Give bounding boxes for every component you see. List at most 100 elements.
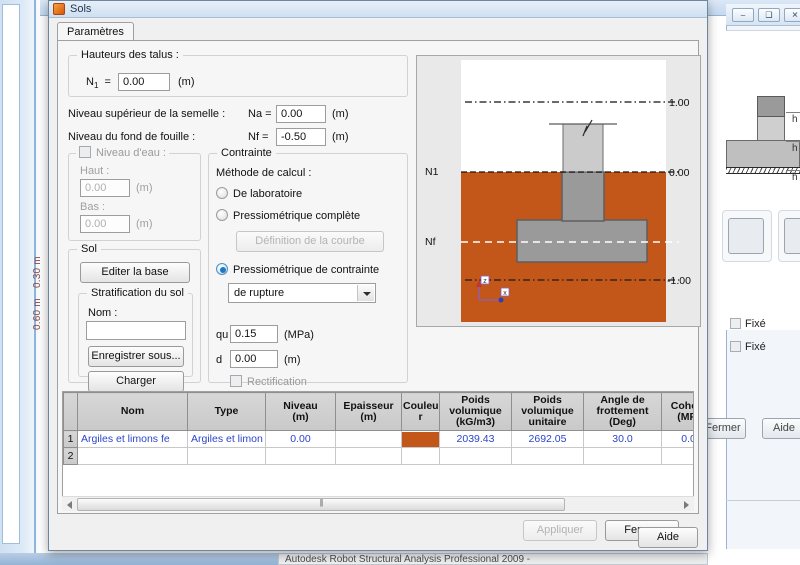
d-input[interactable] bbox=[230, 350, 278, 368]
bg-checkbox-fixed-2[interactable]: Fixé bbox=[730, 341, 766, 353]
cell-poids-volumique[interactable]: 2039.43 bbox=[439, 430, 512, 448]
bg-separator bbox=[726, 500, 800, 501]
slope-n1-symbol: N bbox=[86, 76, 94, 88]
level-nf-input[interactable] bbox=[276, 128, 326, 146]
method-label: Méthode de calcul : bbox=[216, 167, 312, 179]
soil-icon bbox=[53, 3, 65, 15]
col-cohesion[interactable]: Cohésio(MPa) bbox=[661, 392, 693, 431]
slope-n1-label: N1 = bbox=[86, 76, 111, 90]
edit-base-button[interactable]: Editer la base bbox=[80, 262, 190, 283]
tab-parametres[interactable]: Paramètres bbox=[57, 22, 134, 41]
water-haut-input[interactable] bbox=[80, 179, 130, 197]
cell-epaisseur[interactable] bbox=[335, 430, 402, 448]
radio-dot bbox=[216, 209, 228, 221]
minimize-button[interactable]: – bbox=[732, 8, 754, 22]
close-icon: ✕ bbox=[791, 10, 799, 20]
maximize-icon: ❑ bbox=[765, 10, 773, 20]
cell-angle-frottement[interactable]: 30.0 bbox=[583, 430, 662, 448]
radio-pressiometrique-complete[interactable]: Pressiométrique complète bbox=[216, 209, 360, 222]
cell-nom[interactable] bbox=[77, 447, 188, 465]
scrollbar-thumb[interactable] bbox=[77, 497, 565, 511]
level-na-input[interactable] bbox=[276, 105, 326, 123]
cell-couleur[interactable] bbox=[401, 430, 440, 448]
level-label-nf: Nf bbox=[425, 236, 436, 248]
slope-n1-input[interactable] bbox=[118, 73, 170, 91]
dialog-titlebar[interactable]: Sols bbox=[49, 1, 707, 18]
cell-type[interactable]: Argiles et limon bbox=[187, 430, 266, 448]
taskbar-strip bbox=[0, 553, 278, 565]
cell-poids-volumique[interactable] bbox=[439, 447, 512, 465]
col-angle-frottement[interactable]: Angle de frottement (Deg) bbox=[583, 392, 662, 431]
water-haut-label: Haut : bbox=[80, 165, 110, 177]
soil-layers-table[interactable]: Nom Type Niveau (m) Epaisseur (m) Couleu r … bbox=[62, 391, 694, 503]
bg-help-button[interactable]: Aide bbox=[762, 418, 800, 439]
stratification-name-label: Nom : bbox=[88, 307, 118, 319]
water-bas-input[interactable] bbox=[80, 215, 130, 233]
level-label-n1: N1 bbox=[425, 166, 439, 178]
dimension-label-060: 0.60 m bbox=[32, 298, 43, 330]
row-index[interactable]: 1 bbox=[63, 430, 78, 448]
curve-type-combo[interactable]: de rupture bbox=[228, 283, 376, 303]
bg-footing-base bbox=[726, 140, 800, 168]
col-poids-volumique[interactable]: Poids volumique (kG/m3) bbox=[439, 392, 512, 431]
bg-checkbox-label: Fixé bbox=[745, 341, 766, 353]
close-button[interactable]: ✕ bbox=[784, 8, 800, 22]
stratification-title: Stratification du sol bbox=[87, 287, 188, 299]
table-horizontal-scrollbar[interactable] bbox=[62, 496, 694, 511]
level-label-zero: 0.00 bbox=[669, 167, 690, 179]
bg-checkbox-fixed-1[interactable]: Fixé bbox=[730, 318, 766, 330]
chevron-down-icon[interactable] bbox=[357, 285, 374, 301]
cell-type[interactable] bbox=[187, 447, 266, 465]
cell-poids-volumique-unitaire[interactable] bbox=[511, 447, 584, 465]
col-couleur[interactable]: Couleu r bbox=[401, 392, 440, 431]
cell-nom[interactable]: Argiles et limons fe bbox=[77, 430, 188, 448]
cell-cohesion[interactable] bbox=[661, 447, 693, 465]
d-label: d bbox=[216, 354, 223, 366]
tab-strip: Paramètres bbox=[57, 22, 699, 41]
water-level-checkbox[interactable]: Niveau d'eau : bbox=[76, 146, 169, 159]
level-label-minus1: -1.00 bbox=[667, 275, 691, 287]
bg-footing-cap bbox=[757, 96, 785, 117]
level-fouille-unit: (m) bbox=[332, 131, 349, 143]
help-dialog-button[interactable]: Aide bbox=[638, 527, 698, 548]
parent-document-area bbox=[726, 30, 800, 330]
table-row[interactable]: 2 bbox=[63, 447, 693, 465]
checkbox-box bbox=[79, 146, 91, 158]
scroll-right-arrow-icon[interactable] bbox=[679, 497, 694, 512]
table-header-row: Nom Type Niveau (m) Epaisseur (m) Couleu r … bbox=[63, 392, 693, 431]
parent-window-canvas bbox=[2, 4, 20, 544]
bg-dim-line bbox=[786, 170, 800, 171]
col-nom[interactable]: Nom bbox=[77, 392, 188, 431]
color-swatch bbox=[402, 431, 439, 447]
save-as-button[interactable]: Enregistrer sous... bbox=[88, 346, 184, 367]
col-niveau[interactable]: Niveau (m) bbox=[265, 392, 336, 431]
curve-definition-button: Définition de la courbe bbox=[236, 231, 384, 252]
cell-epaisseur[interactable] bbox=[335, 447, 402, 465]
pile-foundation-icon[interactable] bbox=[728, 218, 764, 254]
cell-cohesion[interactable]: 0.02 bbox=[661, 430, 693, 448]
cell-angle-frottement[interactable] bbox=[583, 447, 662, 465]
qu-input[interactable] bbox=[230, 325, 278, 343]
rectification-checkbox[interactable]: Rectification bbox=[230, 375, 307, 388]
cell-couleur[interactable] bbox=[401, 447, 440, 465]
scroll-left-arrow-icon[interactable] bbox=[62, 497, 77, 512]
load-button[interactable]: Charger bbox=[88, 371, 184, 392]
shallow-foundation-icon[interactable] bbox=[784, 218, 800, 254]
bg-dim-label: h bbox=[792, 114, 798, 125]
cell-niveau[interactable]: 0.00 bbox=[265, 430, 336, 448]
row-index[interactable]: 2 bbox=[63, 447, 78, 465]
level-label-plus1: 1.00 bbox=[669, 97, 690, 109]
col-epaisseur[interactable]: Epaisseur (m) bbox=[335, 392, 402, 431]
table-row[interactable]: 1 Argiles et limons fe Argiles et limon … bbox=[63, 430, 693, 448]
stratification-name-input[interactable] bbox=[86, 321, 186, 340]
col-rownum bbox=[63, 392, 78, 431]
radio-laboratoire[interactable]: De laboratoire bbox=[216, 187, 302, 200]
maximize-button[interactable]: ❑ bbox=[758, 8, 780, 22]
col-poids-volumique-unitaire[interactable]: Poids volumique unitaire bbox=[511, 392, 584, 431]
radio-laboratoire-label: De laboratoire bbox=[233, 188, 303, 200]
cell-poids-volumique-unitaire[interactable]: 2692.05 bbox=[511, 430, 584, 448]
radio-pressiometrique-contrainte[interactable]: Pressiométrique de contrainte bbox=[216, 263, 379, 276]
col-type[interactable]: Type bbox=[187, 392, 266, 431]
cell-niveau[interactable] bbox=[265, 447, 336, 465]
soil-layers-grid: Nom Type Niveau (m) Epaisseur (m) Couleu r … bbox=[63, 392, 693, 465]
